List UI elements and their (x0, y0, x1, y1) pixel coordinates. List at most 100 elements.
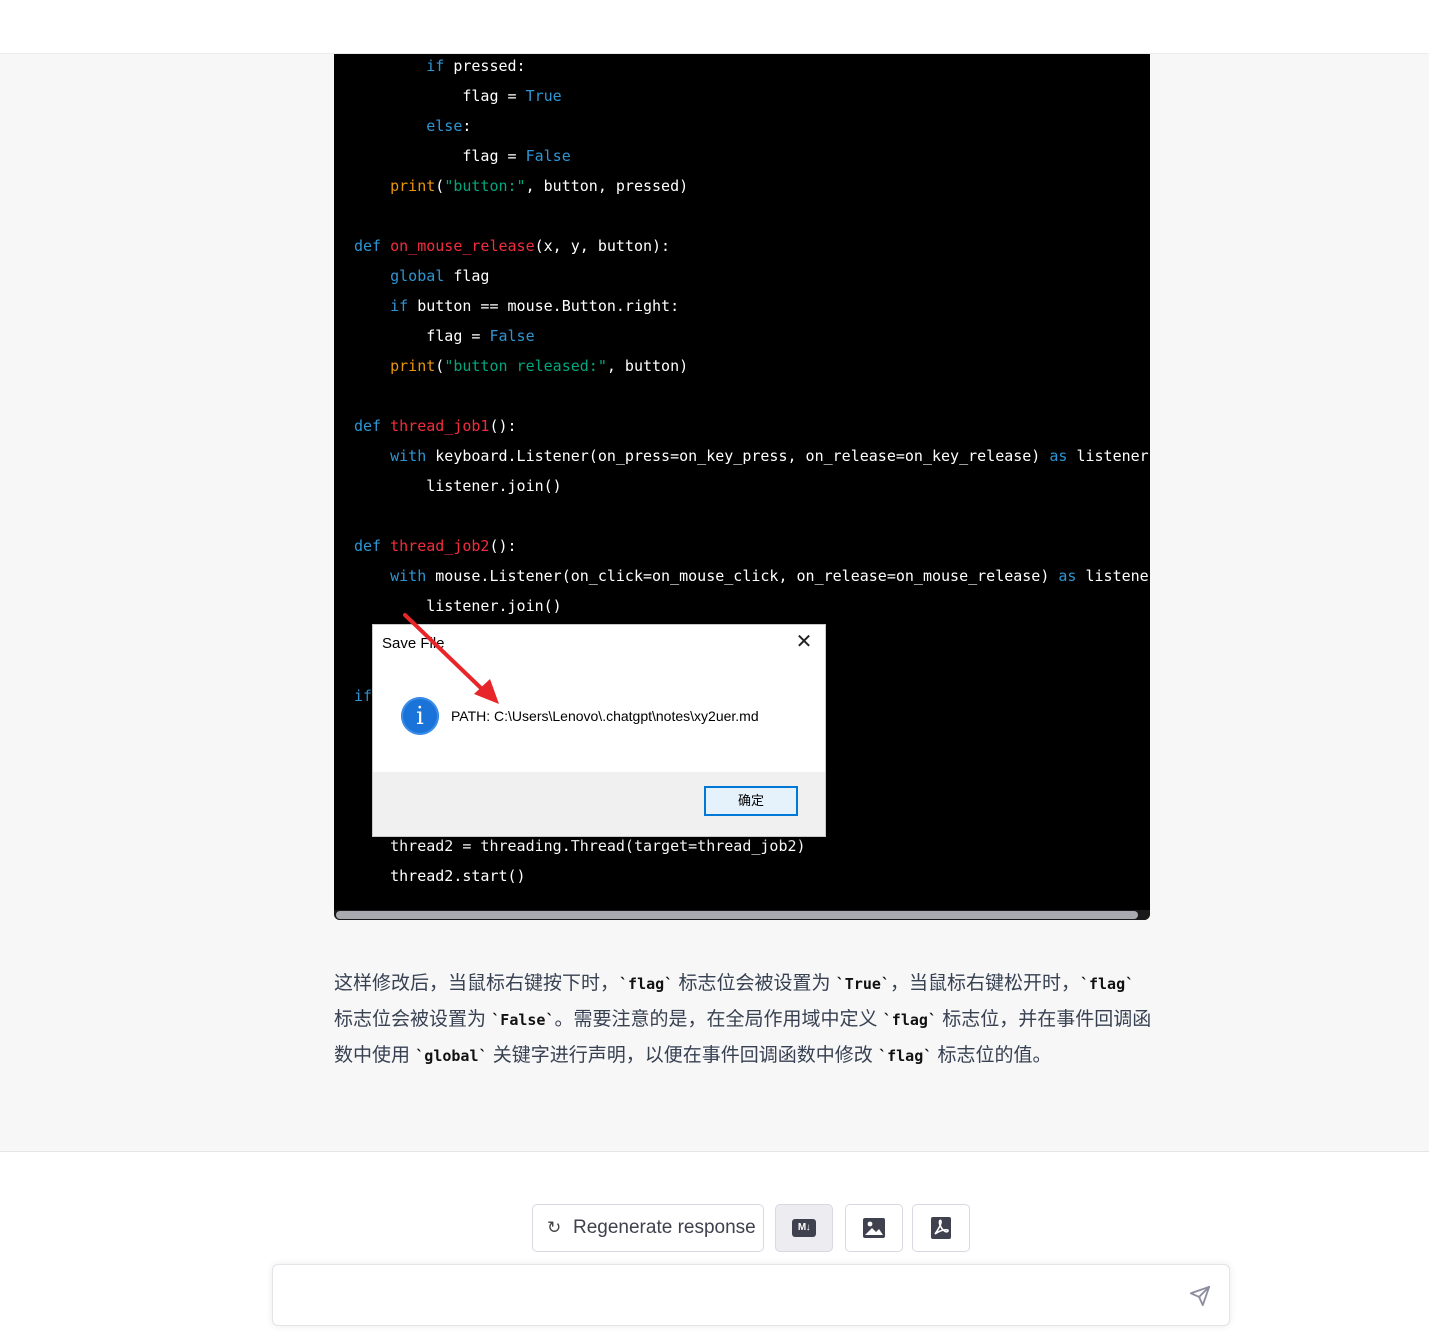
paragraph-text: ，当鼠标右键松开时， (889, 973, 1080, 994)
image-icon (863, 1218, 885, 1238)
code-token: keyboard.Listener(on_press=on_key_press,… (426, 447, 1050, 465)
inline-code: `True` (835, 975, 890, 993)
paragraph-text: 标志位的值。 (932, 1045, 1052, 1066)
code-token: flag (444, 267, 490, 285)
code-token: listener: (1085, 567, 1150, 585)
regenerate-label: Regenerate response (573, 1217, 756, 1238)
code-token: flag = (354, 147, 526, 165)
inline-code: `global` (415, 1047, 488, 1065)
paragraph-text: 关键字进行声明，以便在事件回调函数中修改 (487, 1045, 879, 1066)
scrollbar-thumb[interactable] (336, 911, 1138, 919)
code-token: if (390, 297, 409, 315)
dialog-footer: 确定 (373, 772, 825, 836)
code-line: if pressed: (354, 54, 1150, 84)
code-token: pressed: (444, 57, 526, 75)
inline-code: `flag` (878, 1047, 933, 1065)
code-token: flag = (354, 327, 490, 345)
code-line: with keyboard.Listener(on_press=on_key_p… (354, 444, 1150, 474)
code-token: ( (435, 357, 445, 375)
code-token: def (354, 537, 382, 555)
code-token: on_mouse_release (390, 237, 535, 255)
horizontal-scrollbar[interactable] (334, 910, 1150, 920)
code-token: (x, y, button): (534, 237, 671, 255)
code-token: print (390, 177, 436, 195)
chat-input[interactable] (289, 1281, 1173, 1311)
code-token: listener.join() (354, 477, 562, 495)
paragraph-text: 这样修改后，当鼠标右键按下时， (334, 973, 620, 994)
code-token: thread2 = threading.Thread(target=thread… (354, 837, 806, 855)
code-line: listener.join() (354, 474, 1150, 504)
code-token: as (1058, 567, 1077, 585)
code-line: listener.join() (354, 594, 1150, 624)
code-line: thread2.start() (354, 864, 1150, 894)
code-line: thread2 = threading.Thread(target=thread… (354, 834, 1150, 864)
code-token: thread2.start() (354, 867, 526, 885)
code-token: with (390, 567, 427, 585)
code-token: , button, pressed) (525, 177, 689, 195)
code-token: False (489, 327, 535, 345)
code-token: def (354, 417, 382, 435)
code-line: flag = True (354, 84, 1150, 114)
code-token: listener: (1067, 447, 1150, 465)
code-line: else: (354, 114, 1150, 144)
close-icon[interactable]: ✕ (791, 629, 817, 655)
code-token: thread_job1 (390, 417, 490, 435)
inline-code: `False` (491, 1011, 555, 1029)
code-token: global (390, 267, 445, 285)
dialog-title: Save File (382, 635, 445, 652)
code-token: "button:" (444, 177, 526, 195)
code-token: True (525, 87, 562, 105)
inline-code: `flag` (619, 975, 674, 993)
inline-code: `flag` (882, 1011, 937, 1029)
code-token: else (426, 117, 463, 135)
code-token: , button) (606, 357, 689, 375)
top-bar (0, 0, 1429, 54)
export-pdf-button[interactable] (912, 1204, 970, 1252)
code-token: flag = (354, 87, 526, 105)
code-token: print (390, 357, 436, 375)
code-line: print("button released:", button) (354, 354, 1150, 384)
code-token: listener.join() (354, 597, 562, 615)
markdown-icon: M↓ (792, 1219, 816, 1237)
code-line: with mouse.Listener(on_click=on_mouse_cl… (354, 564, 1150, 594)
info-icon: i (401, 697, 439, 735)
export-markdown-button[interactable]: M↓ (775, 1204, 833, 1252)
code-token: with (390, 447, 427, 465)
code-token: mouse.Listener(on_click=on_mouse_click, … (426, 567, 1059, 585)
code-token: "button released:" (444, 357, 607, 375)
code-line: print("button:", button, pressed) (354, 174, 1150, 204)
regenerate-response-button[interactable]: ↻ Regenerate response (532, 1204, 764, 1252)
code-line: flag = False (354, 324, 1150, 354)
code-token: : (462, 117, 472, 135)
code-line: def thread_job2(): (354, 534, 1150, 564)
code-token: if (426, 57, 445, 75)
code-token: as (1049, 447, 1068, 465)
code-line: flag = False (354, 144, 1150, 174)
ok-button[interactable]: 确定 (704, 786, 798, 816)
save-file-dialog: Save File ✕ i PATH: C:\Users\Lenovo\.cha… (372, 624, 826, 837)
code-line: global flag (354, 264, 1150, 294)
code-token: def (354, 237, 382, 255)
code-token: button == mouse.Button.right: (408, 297, 680, 315)
code-token: (): (489, 537, 517, 555)
send-icon[interactable] (1189, 1285, 1211, 1307)
code-token: if (354, 687, 373, 705)
chat-input-box (272, 1264, 1230, 1326)
code-line: def thread_job1(): (354, 414, 1150, 444)
export-image-button[interactable] (845, 1204, 903, 1252)
inline-code: `flag` (1079, 975, 1135, 993)
code-token: thread_job2 (390, 537, 490, 555)
